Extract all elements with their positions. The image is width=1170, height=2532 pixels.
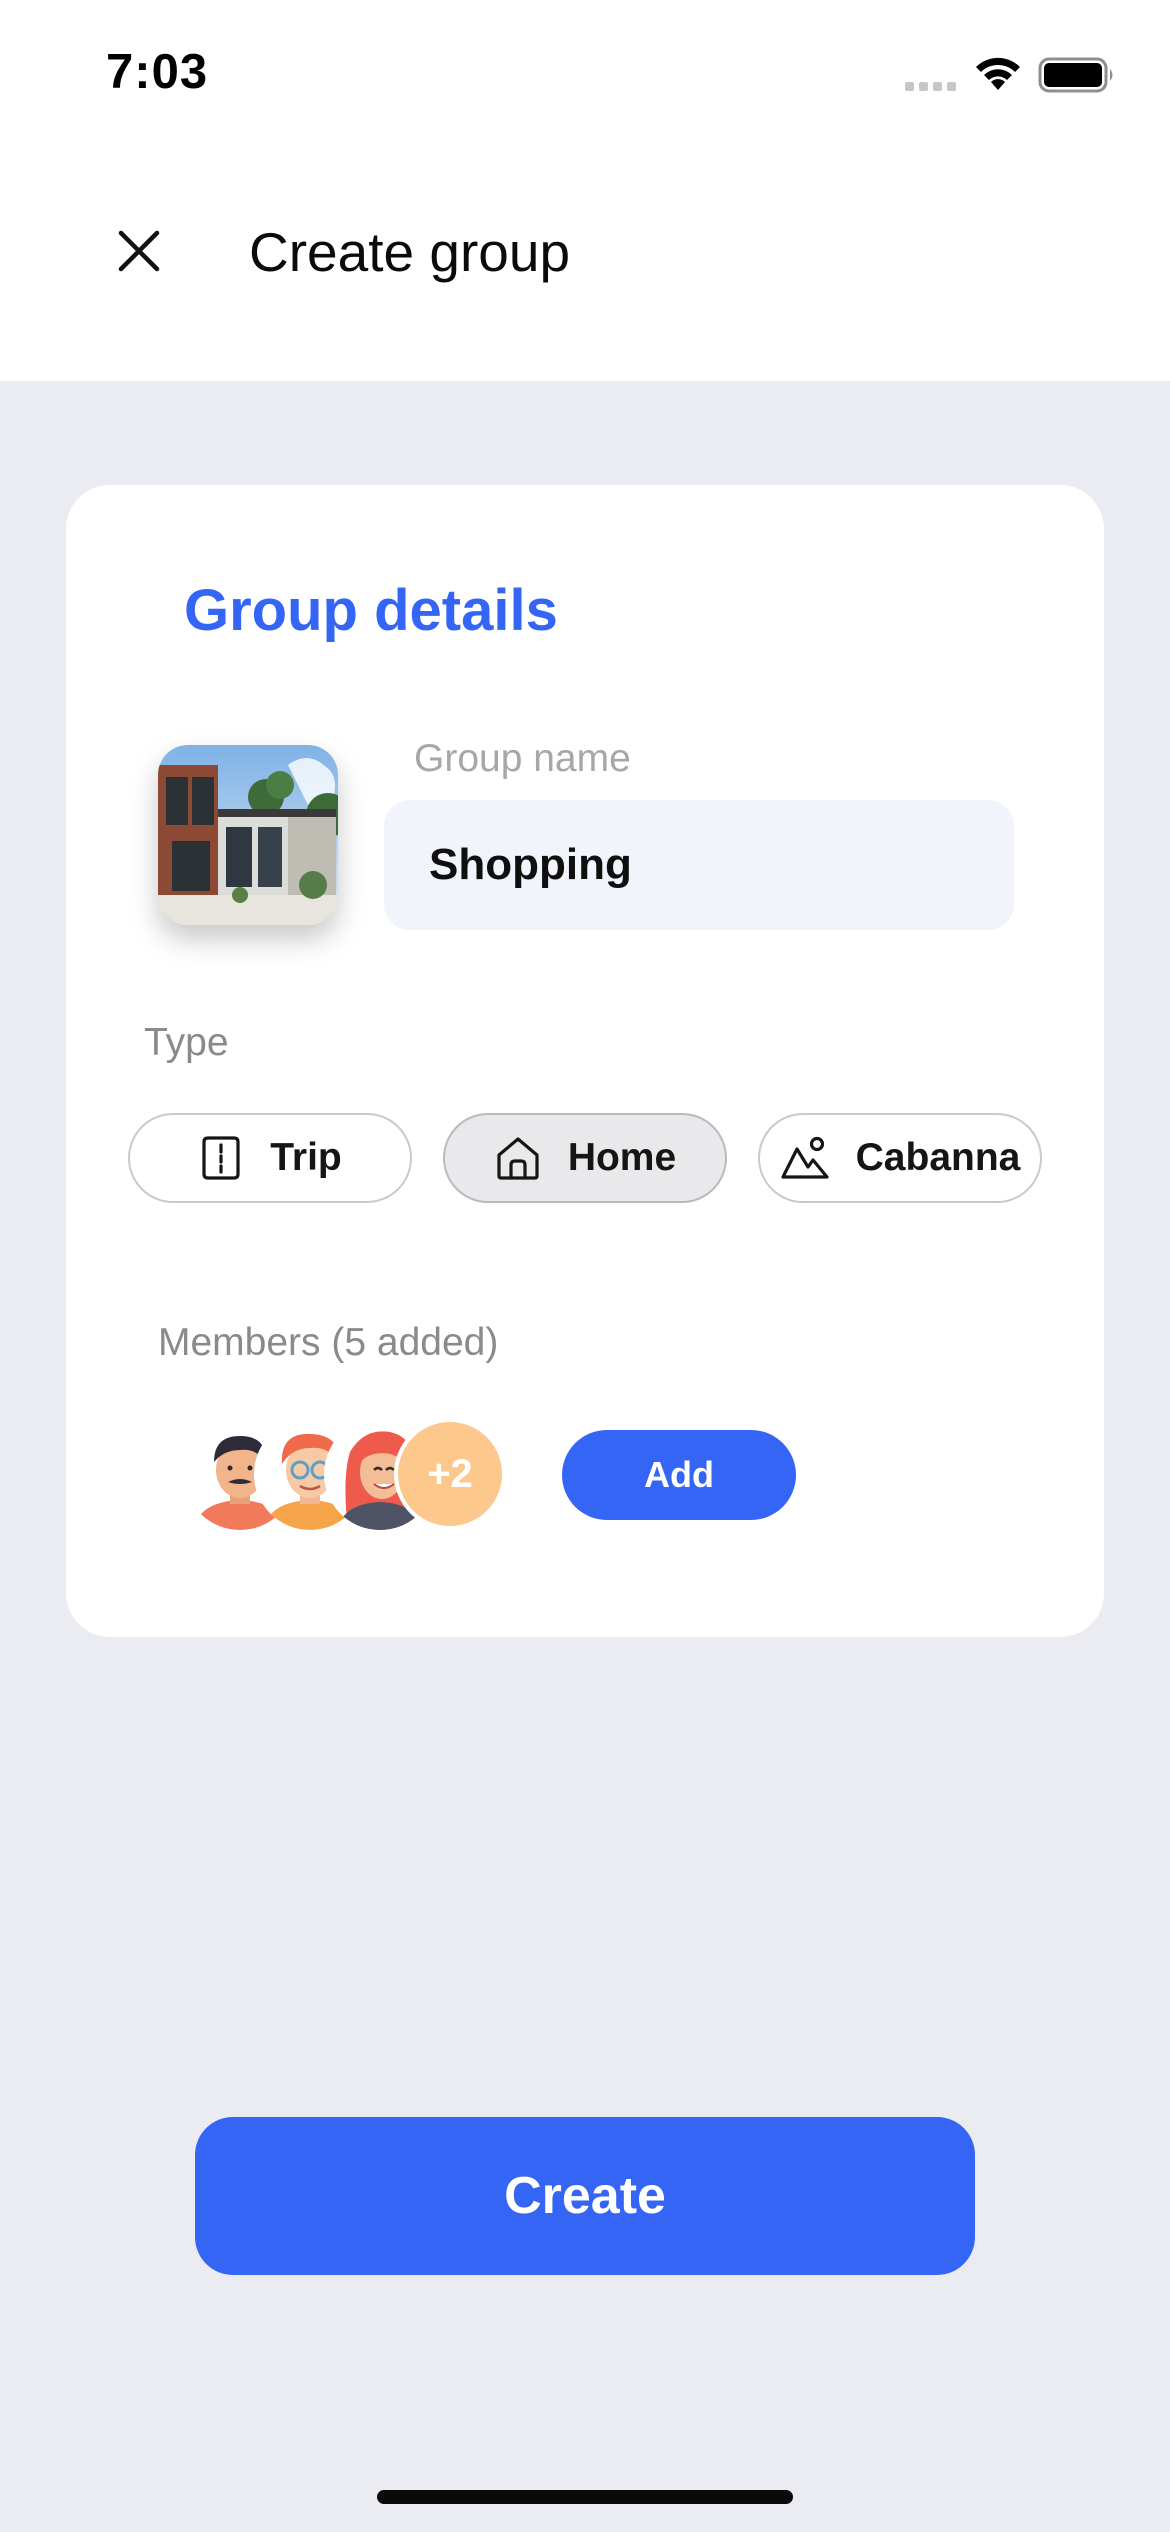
page-title: Create group — [249, 221, 571, 283]
road-icon — [202, 1136, 240, 1180]
house-photo — [158, 745, 338, 925]
type-chip-label: Home — [567, 1136, 677, 1179]
type-chip-label: Cabanna — [855, 1136, 1021, 1179]
members-label: Members (5 added) — [158, 1321, 499, 1364]
mountain-icon — [781, 1136, 829, 1179]
type-chip-cabanna[interactable]: Cabanna — [758, 1113, 1042, 1203]
group-name-input[interactable] — [384, 800, 1014, 930]
more-members-badge: +2 — [394, 1418, 506, 1530]
type-chip-trip[interactable]: Trip — [128, 1113, 412, 1203]
type-chip-home[interactable]: Home — [443, 1113, 727, 1203]
status-time: 7:03 — [106, 45, 209, 99]
type-label: Type — [144, 1021, 229, 1064]
close-button[interactable] — [108, 220, 170, 282]
member-avatars[interactable]: +2 — [184, 1418, 506, 1533]
cellular-signal-icon — [905, 82, 956, 91]
group-details-card: Group details Group name Shopping Type T… — [66, 485, 1104, 1637]
group-photo[interactable] — [158, 745, 338, 925]
wifi-icon — [976, 57, 1020, 90]
top-bar: 7:03 Create group — [0, 0, 1170, 381]
group-name-label: Group name — [414, 737, 631, 780]
add-member-button[interactable]: Add — [562, 1430, 796, 1520]
type-chip-label: Trip — [270, 1136, 342, 1179]
section-title: Group details — [184, 578, 558, 643]
create-button[interactable]: Create — [195, 2117, 975, 2275]
home-indicator — [377, 2490, 793, 2504]
home-icon — [497, 1137, 539, 1180]
close-icon — [118, 230, 160, 272]
battery-icon — [1038, 57, 1113, 93]
